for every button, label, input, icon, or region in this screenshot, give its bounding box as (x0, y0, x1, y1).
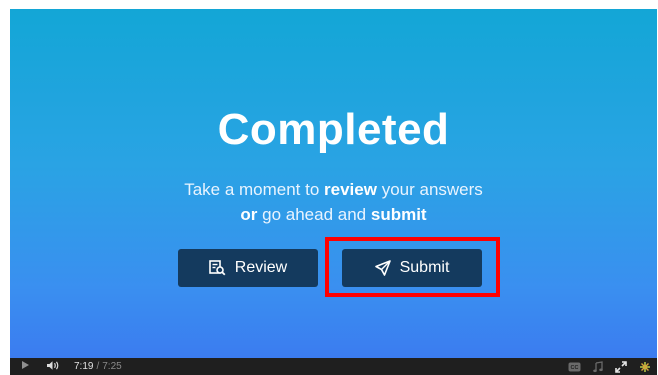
subtitle-emphasis-review: review (324, 180, 377, 199)
review-button[interactable]: Review (178, 249, 318, 287)
current-time: 7:19 (74, 361, 94, 372)
duration: 7:25 (102, 361, 122, 372)
paper-plane-icon (374, 260, 391, 276)
time-separator: / (96, 361, 100, 372)
subtitle-text: your answers (376, 180, 483, 199)
subtitle-text: Take a moment to (184, 180, 325, 199)
review-search-icon (208, 260, 226, 276)
player-controls-bar: 7:19 / 7:25 CC (10, 358, 657, 375)
player-right-controls: CC (568, 358, 657, 375)
submit-button[interactable]: Submit (342, 249, 482, 287)
svg-text:CC: CC (571, 365, 579, 371)
volume-button[interactable] (40, 358, 66, 375)
slide-subtitle: Take a moment to review your answers or … (10, 177, 657, 227)
time-readout: 7:19 / 7:25 (74, 361, 122, 372)
player-logo-icon (639, 358, 651, 375)
subtitle-emphasis-submit: submit (370, 205, 427, 224)
play-button[interactable] (10, 358, 40, 375)
play-icon (21, 360, 30, 373)
submit-button-label: Submit (399, 259, 450, 276)
subtitle-line-1: Take a moment to review your answers (10, 177, 657, 202)
subtitle-emphasis-or: or (240, 205, 258, 224)
subtitle-line-2: or go ahead and submit (10, 202, 657, 227)
volume-icon (46, 360, 60, 374)
slide-title: Completed (217, 105, 450, 154)
slide-stage: Completed Take a moment to review your a… (10, 9, 657, 358)
review-button-label: Review (234, 259, 288, 276)
music-note-icon[interactable] (593, 358, 603, 375)
subtitle-text: go ahead and (257, 205, 371, 224)
closed-captions-icon[interactable]: CC (568, 358, 581, 375)
fullscreen-icon[interactable] (615, 358, 627, 375)
